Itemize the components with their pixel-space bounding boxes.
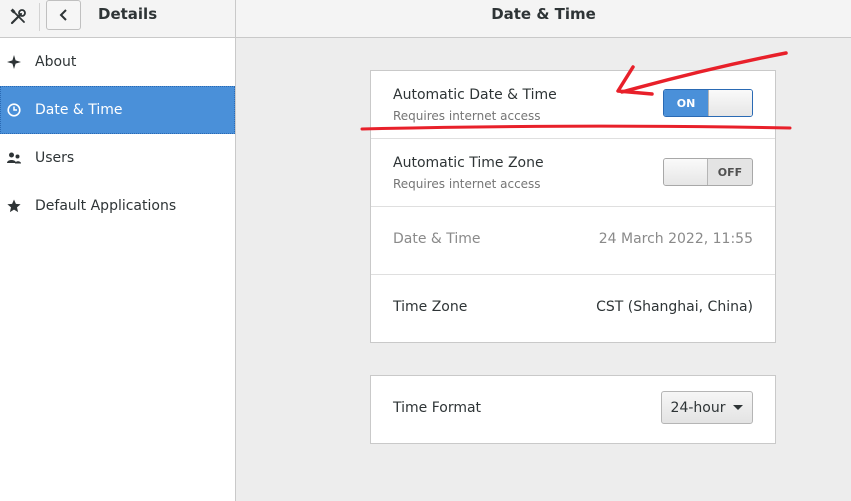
- sidebar-item-default-applications[interactable]: Default Applications: [0, 182, 235, 230]
- caret-down-icon: [733, 405, 744, 410]
- row-title: Automatic Time Zone: [393, 155, 544, 171]
- dropdown-value: 24-hour: [670, 399, 726, 416]
- page-title: Date & Time: [491, 5, 596, 23]
- auto-timezone-row[interactable]: Automatic Time Zone Requires internet ac…: [371, 139, 775, 207]
- time-format-row: Time Format 24-hour: [371, 376, 775, 443]
- users-icon: [7, 151, 21, 165]
- time-format-dropdown[interactable]: 24-hour: [661, 391, 753, 424]
- switch-on-label: ON: [664, 90, 708, 116]
- clock-icon: [7, 103, 21, 117]
- sidebar-item-label: Users: [35, 150, 75, 166]
- sidebar-item-about[interactable]: About: [0, 38, 235, 86]
- time-zone-value: CST (Shanghai, China): [596, 299, 753, 315]
- star-icon: [7, 199, 21, 213]
- row-subtitle: Requires internet access: [393, 177, 541, 191]
- sidebar-item-label: Default Applications: [35, 198, 177, 214]
- chevron-left-icon: [59, 9, 67, 21]
- sparkle-icon: [7, 55, 21, 69]
- auto-datetime-row[interactable]: Automatic Date & Time Requires internet …: [371, 71, 775, 139]
- row-title: Time Zone: [393, 299, 468, 315]
- time-zone-row[interactable]: Time Zone CST (Shanghai, China): [371, 275, 775, 342]
- settings-tools-icon[interactable]: [0, 2, 36, 32]
- header-separator: [39, 3, 40, 31]
- switch-knob: [664, 159, 708, 185]
- header-bar: Details Date & Time: [0, 0, 851, 38]
- back-button[interactable]: [46, 0, 81, 30]
- row-title: Time Format: [393, 400, 482, 416]
- time-format-panel: Time Format 24-hour: [370, 375, 776, 444]
- sidebar: About Date & Time Users Default Applicat…: [0, 38, 236, 501]
- sidebar-item-users[interactable]: Users: [0, 134, 235, 182]
- row-subtitle: Requires internet access: [393, 109, 541, 123]
- datetime-settings-panel: Automatic Date & Time Requires internet …: [370, 70, 776, 343]
- header-left: Details: [0, 0, 236, 37]
- date-time-row[interactable]: Date & Time 24 March 2022, 11:55: [371, 207, 775, 275]
- sidebar-item-date-time[interactable]: Date & Time: [0, 86, 235, 134]
- sidebar-item-label: Date & Time: [35, 102, 123, 118]
- switch-off-label: OFF: [717, 165, 743, 179]
- row-title: Automatic Date & Time: [393, 87, 557, 103]
- auto-timezone-switch[interactable]: OFF: [663, 158, 753, 186]
- date-time-value: 24 March 2022, 11:55: [598, 231, 753, 247]
- sidebar-item-label: About: [35, 54, 77, 70]
- auto-datetime-switch[interactable]: ON: [663, 89, 753, 117]
- switch-knob: [708, 90, 752, 116]
- row-title: Date & Time: [393, 231, 481, 247]
- section-title: Details: [98, 5, 158, 23]
